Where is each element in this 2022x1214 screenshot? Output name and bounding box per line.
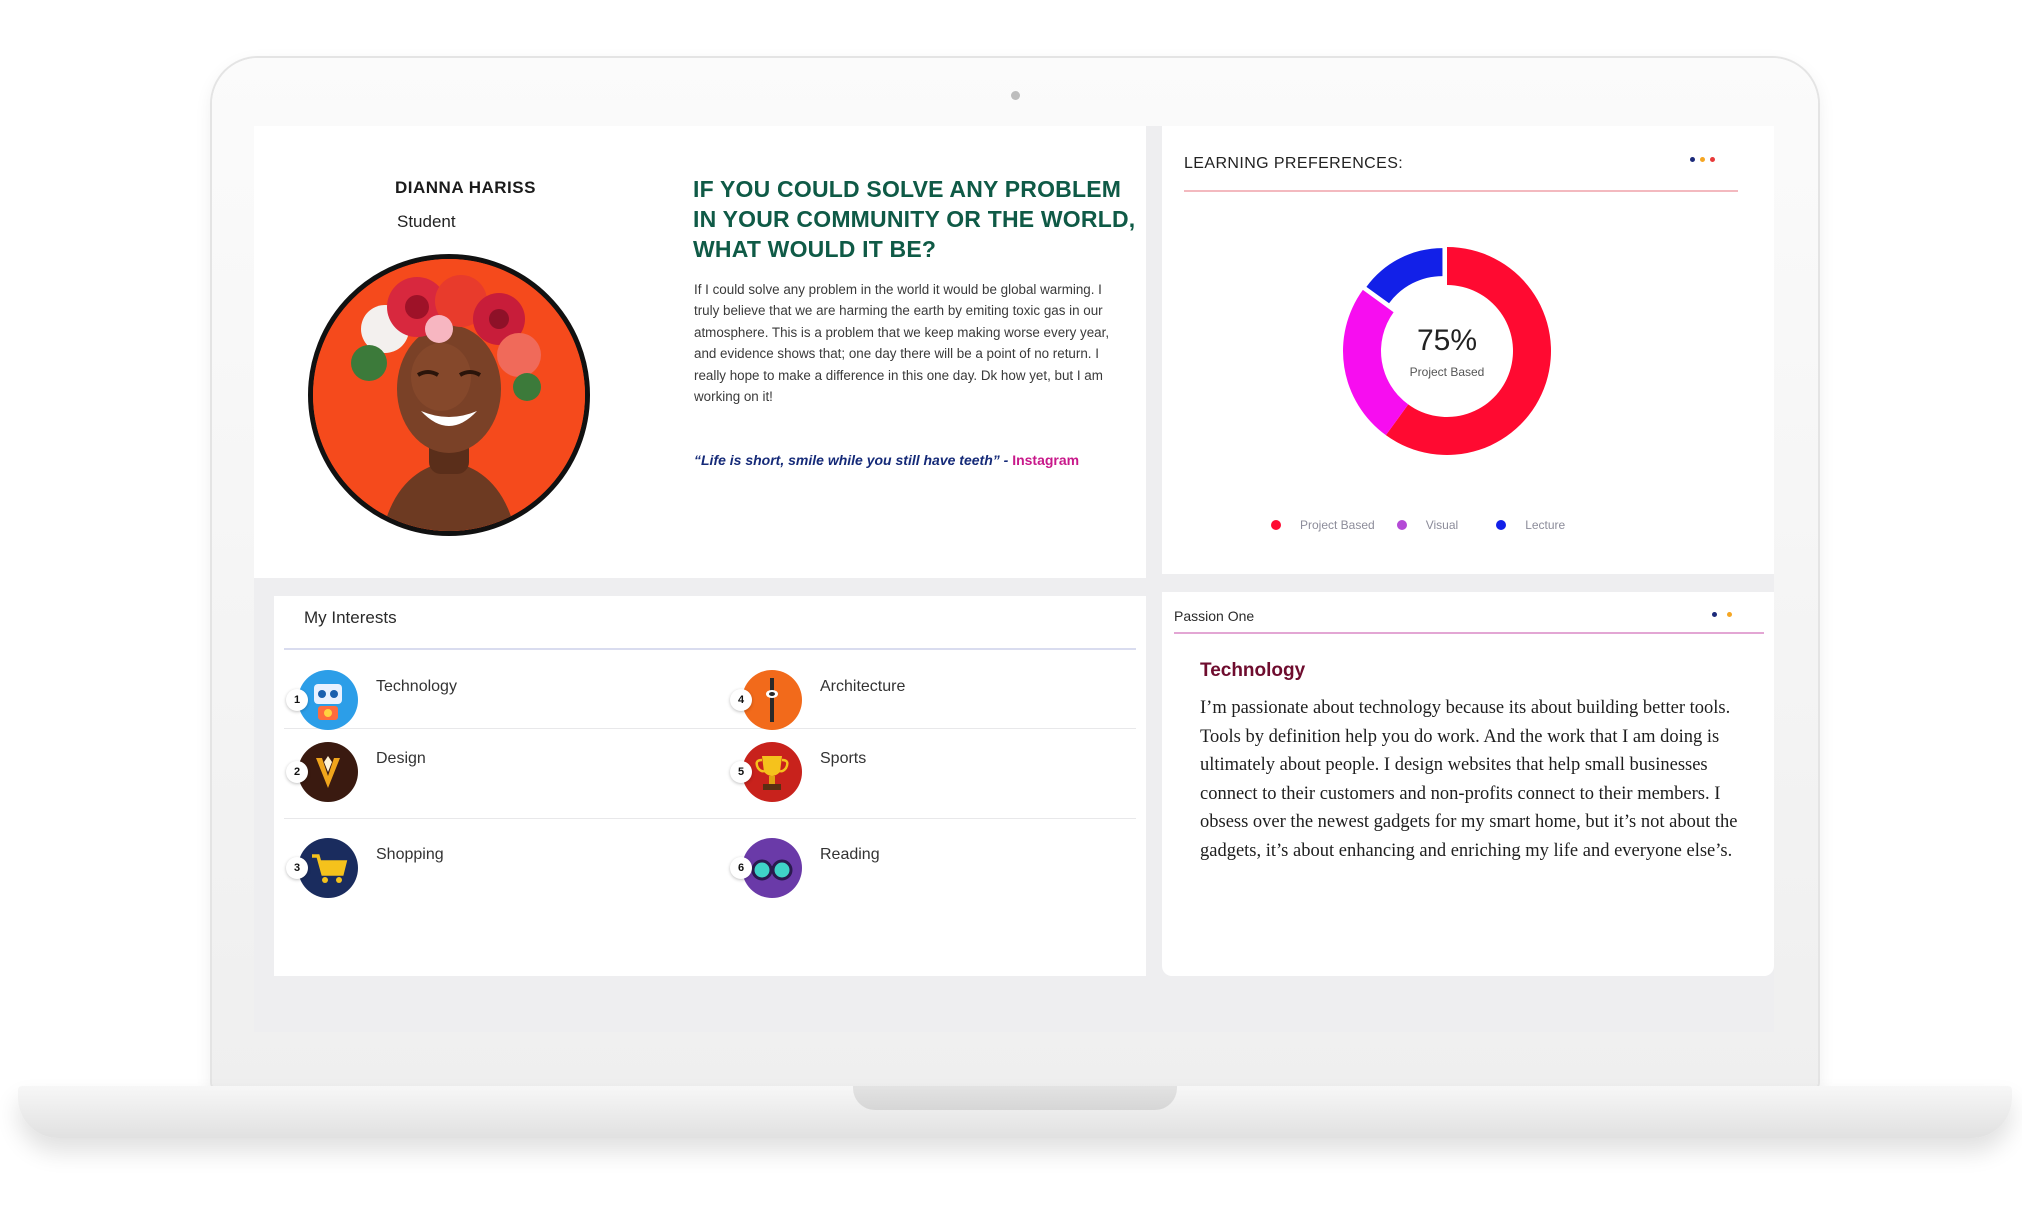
divider [1174, 632, 1764, 634]
interest-label: Architecture [820, 678, 906, 695]
interest-label: Reading [820, 846, 880, 863]
divider [284, 648, 1136, 650]
legend-item-lecture[interactable]: Lecture [1496, 518, 1565, 532]
passion-panel: Passion One Technology I’m passionate ab… [1162, 592, 1774, 976]
interest-number: 3 [286, 857, 308, 879]
dot-icon [1712, 612, 1717, 617]
legend-label: Project Based [1300, 518, 1375, 532]
interest-number: 2 [286, 761, 308, 783]
quote-separator: - [999, 452, 1013, 468]
interest-label: Technology [376, 678, 457, 695]
quote: “Life is short, smile while you still ha… [694, 452, 1079, 468]
passion-heading: Technology [1200, 660, 1306, 681]
donut-center-label: Project Based [1410, 365, 1485, 379]
interest-item-technology[interactable]: 1 Technology [286, 670, 457, 730]
interest-label: Sports [820, 750, 867, 767]
donut-chart: 75% Project Based [1322, 226, 1572, 476]
answer-text: If I could solve any problem in the worl… [694, 282, 1110, 405]
laptop-screen: DIANNA HARISS Student IF YOU COULD SOLVE… [254, 126, 1774, 1032]
legend-dot-icon [1396, 520, 1407, 530]
legend-label: Visual [1425, 518, 1459, 532]
learning-title: LEARNING PREFERENCES: [1184, 155, 1404, 172]
interest-number: 1 [286, 689, 308, 711]
interests-title: My Interests [304, 608, 397, 627]
donut-chart-svg: 75% Project Based [1343, 247, 1551, 455]
interest-item-design[interactable]: 2 Design [286, 742, 426, 802]
avatar-portrait-icon [313, 259, 585, 531]
interest-item-reading[interactable]: 6 Reading [730, 838, 880, 898]
interest-number: 4 [730, 689, 752, 711]
interest-label: Design [376, 750, 426, 767]
interests-panel: My Interests 1 Technology 2 Design 3 Sho… [274, 596, 1146, 976]
divider [284, 818, 1136, 819]
donut-center-value: 75% [1417, 324, 1477, 357]
dot-icon [1727, 612, 1732, 617]
legend-item-visual[interactable]: Visual [1396, 518, 1459, 532]
divider [1184, 190, 1738, 192]
legend-label: Lecture [1525, 518, 1566, 532]
interest-item-sports[interactable]: 5 Sports [730, 742, 866, 802]
dot-icon [1690, 157, 1695, 162]
legend-dot-icon [1496, 520, 1507, 530]
profile-panel: DIANNA HARISS Student IF YOU COULD SOLVE… [254, 126, 1146, 578]
legend-dot-icon [1271, 520, 1281, 530]
learning-preferences-panel: LEARNING PREFERENCES: 75% Project Based … [1162, 126, 1774, 574]
laptop-notch [853, 1086, 1177, 1110]
dot-icon [1700, 157, 1705, 162]
interest-item-shopping[interactable]: 3 Shopping [286, 838, 444, 898]
interest-number: 6 [730, 857, 752, 879]
more-options-icon[interactable] [1712, 612, 1732, 617]
student-role: Student [397, 212, 456, 231]
dot-icon [1710, 157, 1715, 162]
chart-legend: Project Based Visual Lecture [1271, 518, 1587, 532]
donut-slice-visual[interactable] [1343, 289, 1409, 436]
interest-number: 5 [730, 761, 752, 783]
more-options-icon[interactable] [1690, 157, 1715, 162]
interest-item-architecture[interactable]: 4 Architecture [730, 670, 905, 730]
avatar [308, 254, 590, 536]
quote-text: “Life is short, smile while you still ha… [694, 452, 1000, 468]
donut-slice-lecture[interactable] [1366, 248, 1443, 304]
camera-icon [1011, 91, 1020, 100]
passion-text: I’m passionate about technology because … [1200, 698, 1738, 861]
legend-item-project-based[interactable]: Project Based [1271, 518, 1375, 532]
passion-title: Passion One [1174, 608, 1255, 624]
quote-source-link[interactable]: Instagram [1012, 452, 1079, 468]
interest-label: Shopping [376, 846, 444, 863]
student-name: DIANNA HARISS [395, 178, 536, 197]
question-heading: IF YOU COULD SOLVE ANY PROBLEM IN YOUR C… [693, 176, 1136, 262]
